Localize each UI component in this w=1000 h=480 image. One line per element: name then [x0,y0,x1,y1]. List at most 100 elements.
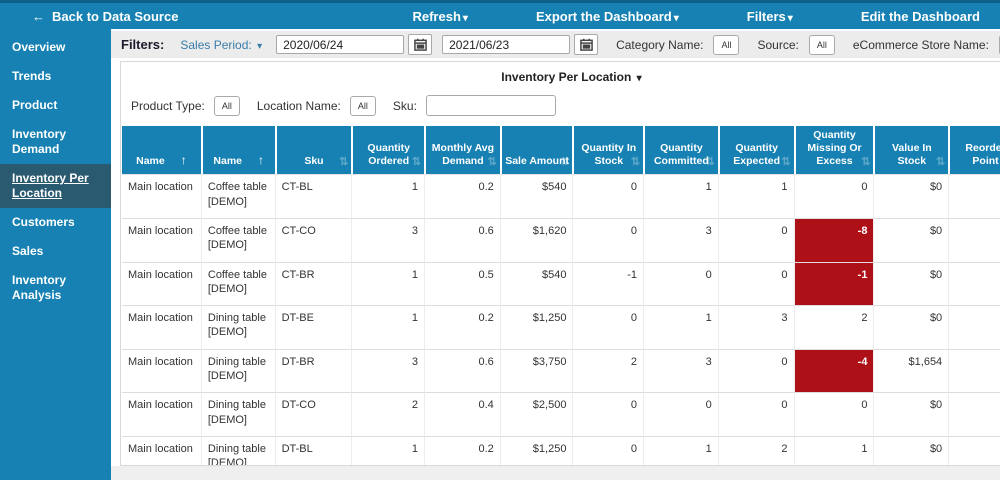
col-header-product-name[interactable]: Name↑ [201,126,275,174]
table-row: Main locationDining table [DEMO]DT-BR30.… [122,350,1000,394]
global-filter-bar: Filters: Sales Period: ▾ Category Name: … [111,31,1000,58]
category-name-filter-button[interactable]: All [713,35,739,55]
col-header-quantity-ordered[interactable]: Quantity Ordered⇅ [351,126,424,174]
table-cell: Main location [122,219,201,263]
table-cell: 0.5 [424,263,500,307]
table-cell: 0 [718,393,794,437]
col-header-quantity-missing-or-excess[interactable]: Quantity Missing Or Excess⇅ [794,126,874,174]
sort-asc-icon: ↑ [258,153,264,168]
top-bar: ← Back to Data Source Refresh▾ Export th… [0,0,1000,29]
table-cell: Main location [122,263,201,307]
table-cell: 1 [351,437,424,466]
sidebar-item-sales[interactable]: Sales [0,237,111,266]
topbar-menu: Refresh▾ Export the Dashboard▾ Filters▾ … [412,9,986,24]
table-cell: $540 [500,174,573,219]
table-cell: -1 [794,263,874,307]
table-cell: 0 [572,393,643,437]
back-label: Back to Data Source [52,9,178,24]
table-cell: 0 [643,263,718,307]
chevron-down-icon: ▾ [257,41,262,52]
table-cell: Main location [122,437,201,466]
col-header-monthly-avg-demand[interactable]: Monthly Avg Demand⇅ [424,126,500,174]
table-cell: $540 [500,263,573,307]
table-cell: 0 [572,437,643,466]
table-cell: 0.2 [424,437,500,466]
back-to-data-source-link[interactable]: ← Back to Data Source [32,9,178,24]
sort-icon: ⇅ [861,156,870,170]
table-cell: 2 [572,350,643,394]
table-cell: 3 [351,350,424,394]
table-cell: DT-BR [275,350,352,394]
source-filter-button[interactable]: All [809,35,835,55]
table-cell: $1,654 [873,350,948,394]
sidebar-item-inventory-demand[interactable]: Inventory Demand [0,120,111,164]
col-header-value-in-stock[interactable]: Value In Stock⇅ [873,126,948,174]
sku-label: Sku: [393,99,417,113]
table-cell: 0 [718,219,794,263]
table-cell: $2,500 [500,393,573,437]
table-cell: Coffee table [DEMO] [201,263,275,307]
table-cell: 0.4 [424,393,500,437]
table-cell: 0 [948,393,1000,437]
table-cell: 1 [643,437,718,466]
location-name-filter-button[interactable]: All [350,96,376,116]
sidebar-item-customers[interactable]: Customers [0,208,111,237]
table-row: Main locationCoffee table [DEMO]CT-BL10.… [122,174,1000,219]
sidebar-nav: Overview Trends Product Inventory Demand… [0,29,111,480]
table-cell: 0 [794,393,874,437]
inventory-per-location-panel: Inventory Per Location ▾ Product Type: A… [120,61,1000,466]
table-cell: CT-BR [275,263,352,307]
table-cell: 1 [351,174,424,219]
table-cell: 0 [948,437,1000,466]
date-from-calendar-button[interactable] [408,34,432,55]
chevron-down-icon: ▾ [463,13,468,24]
calendar-icon [414,38,427,51]
sort-icon: ⇅ [339,156,348,170]
table-cell: $0 [873,437,948,466]
sidebar-item-overview[interactable]: Overview [0,33,111,62]
sidebar-item-inventory-per-location[interactable]: Inventory Per Location [0,164,111,208]
sales-period-dropdown[interactable]: Sales Period: ▾ [180,38,262,52]
table-cell: $0 [873,219,948,263]
col-header-sku[interactable]: Sku⇅ [275,126,352,174]
calendar-icon [580,38,593,51]
sku-input[interactable] [426,95,556,116]
date-to-calendar-button[interactable] [574,34,598,55]
table-cell: CT-CO [275,219,352,263]
inventory-table: Name↑ Name↑ Sku⇅ Quantity Ordered⇅ Month… [122,126,1000,466]
col-header-reorder-point[interactable]: Reorder Point⇅ [948,126,1000,174]
table-cell: 3 [351,219,424,263]
col-header-quantity-committed[interactable]: Quantity Committed⇅ [643,126,718,174]
product-type-filter-button[interactable]: All [214,96,240,116]
table-cell: -1 [572,263,643,307]
filters-menu[interactable]: Filters▾ [747,9,793,24]
table-cell: DT-BL [275,437,352,466]
panel-title-dropdown[interactable]: Inventory Per Location ▾ [121,62,1000,88]
table-cell: 2 [794,306,874,350]
col-header-location-name[interactable]: Name↑ [122,126,201,174]
table-cell: 0 [572,174,643,219]
date-to-input[interactable] [442,35,570,54]
main-content: Filters: Sales Period: ▾ Category Name: … [111,29,1000,480]
table-cell: $0 [873,174,948,219]
table-cell: 0 [948,174,1000,219]
export-dashboard-menu[interactable]: Export the Dashboard▾ [536,9,679,24]
col-header-quantity-expected[interactable]: Quantity Expected⇅ [718,126,794,174]
table-cell: Dining table [DEMO] [201,350,275,394]
location-name-label: Location Name: [257,99,341,113]
col-header-quantity-in-stock[interactable]: Quantity In Stock⇅ [572,126,643,174]
sidebar-item-inventory-analysis[interactable]: Inventory Analysis [0,266,111,310]
sidebar-item-product[interactable]: Product [0,91,111,120]
edit-dashboard-button[interactable]: Edit the Dashboard [861,9,980,24]
table-cell: $3,750 [500,350,573,394]
col-header-sale-amount[interactable]: Sale Amount⇅ [500,126,573,174]
table-body: Main locationCoffee table [DEMO]CT-BL10.… [122,174,1000,466]
sidebar-item-trends[interactable]: Trends [0,62,111,91]
table-cell: 1 [351,306,424,350]
date-from-input[interactable] [276,35,404,54]
sort-icon: ⇅ [631,156,640,170]
table-cell: 1 [718,174,794,219]
table-cell: 3 [718,306,794,350]
refresh-menu[interactable]: Refresh▾ [412,9,467,24]
table-cell: DT-CO [275,393,352,437]
